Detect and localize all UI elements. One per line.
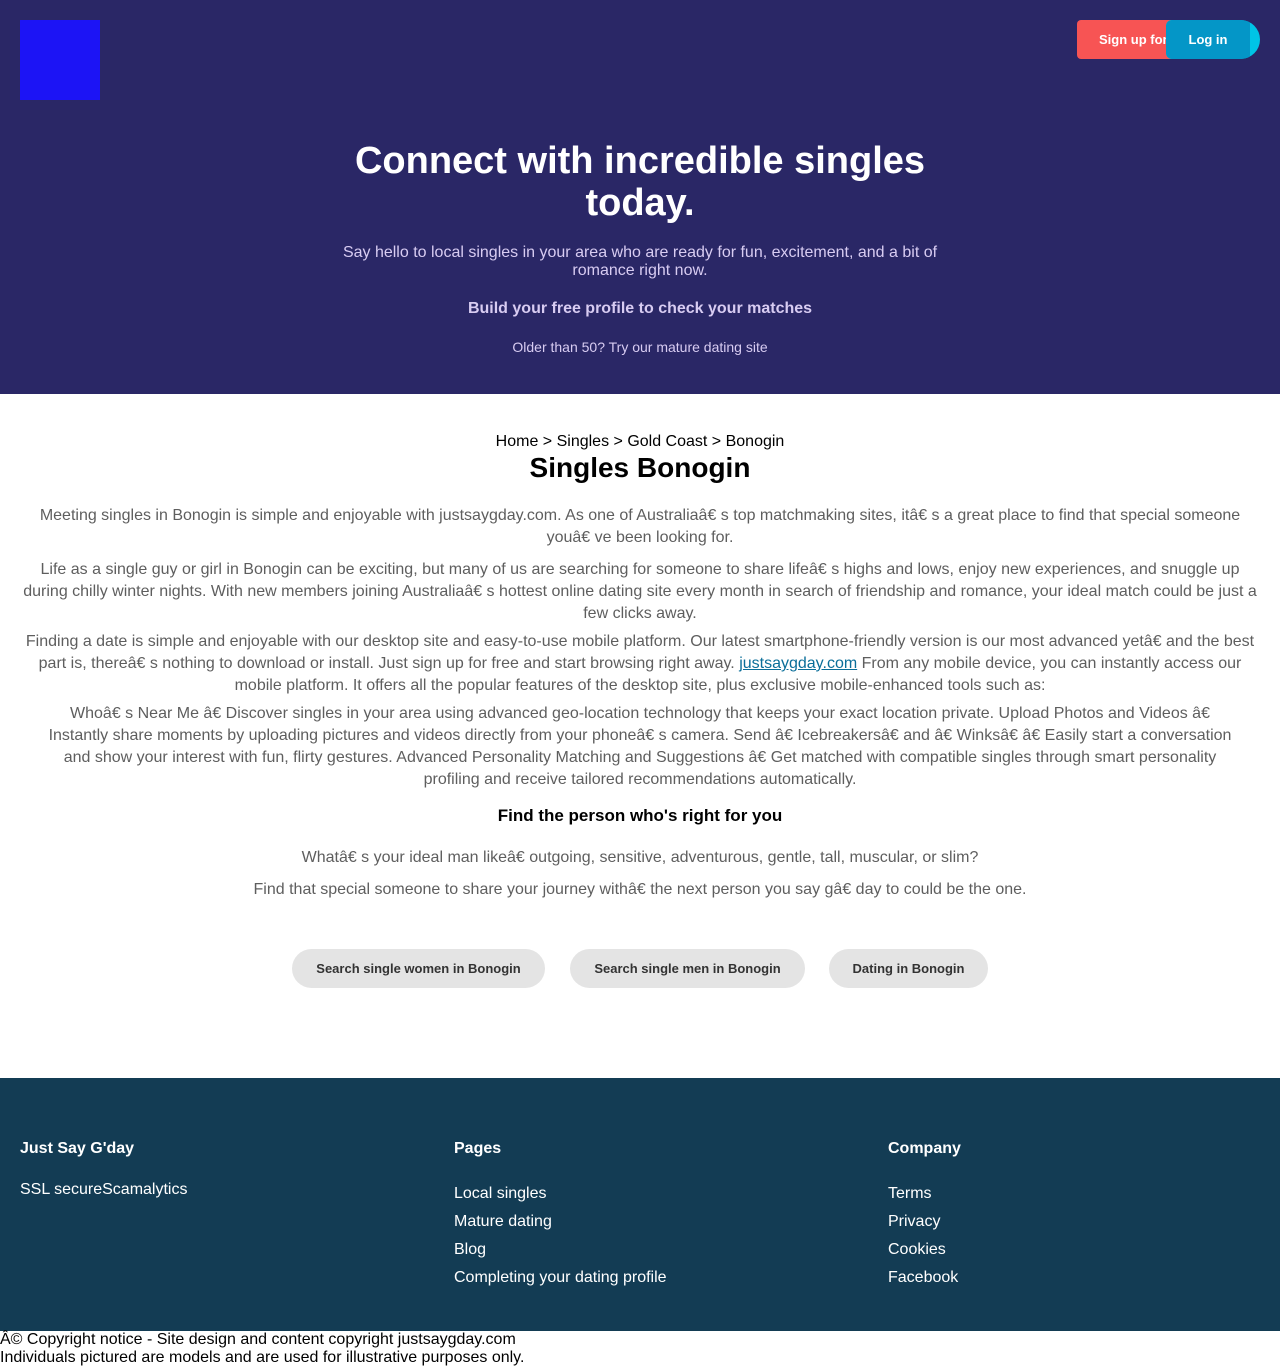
footer-link-privacy[interactable]: Privacy (888, 1208, 961, 1236)
footer-company-column: Company Terms Privacy Cookies Facebook (888, 1140, 961, 1292)
login-button-label[interactable]: Log in (1166, 20, 1250, 59)
footer-link-cookies[interactable]: Cookies (888, 1236, 961, 1264)
site-link[interactable]: justsaygday.com (739, 655, 857, 672)
login-button[interactable]: Log in (1166, 20, 1260, 59)
footer-brand-title: Just Say G'day (20, 1140, 135, 1157)
find-heading: Find the person who's right for you (497, 806, 783, 825)
footer-link-completing-profile[interactable]: Completing your dating profile (454, 1264, 667, 1292)
breadcrumb-singles[interactable]: Singles (557, 433, 609, 450)
models-disclaimer: Individuals pictured are models and are … (0, 1349, 525, 1366)
footer: Just Say G'day SSL secureScamalytics Pag… (0, 1078, 1280, 1331)
breadcrumb-region[interactable]: Gold Coast (627, 433, 707, 450)
breadcrumb-separator: > (609, 433, 628, 450)
hero-subtitle: Say hello to local singles in your area … (342, 244, 938, 279)
features-paragraph: Whoâ€ s Near Me â€ Discover singles in y… (48, 705, 1232, 788)
breadcrumb-current: Bonogin (725, 433, 785, 450)
copyright-notice: Â© Copyright notice - Site design and co… (0, 1331, 1280, 1367)
footer-link-local-singles[interactable]: Local singles (454, 1180, 667, 1208)
intro-paragraph: Meeting singles in Bonogin is simple and… (39, 507, 1241, 546)
search-women-button[interactable]: Search single women in Bonogin (292, 949, 545, 988)
security-badges[interactable]: SSL secureScamalytics (20, 1180, 187, 1200)
hero-title: Connect with incredible singles today. (354, 140, 926, 224)
footer-link-mature-dating[interactable]: Mature dating (454, 1208, 667, 1236)
site-logo[interactable] (20, 20, 100, 100)
breadcrumb-home[interactable]: Home (496, 433, 539, 450)
footer-pages-column: Pages Local singles Mature dating Blog C… (454, 1140, 667, 1292)
life-paragraph: Life as a single guy or girl in Bonogin … (23, 561, 1257, 622)
ideal-man-paragraph: Whatâ€ s your ideal man likeâ€ outgoing,… (301, 849, 979, 866)
footer-brand-column: Just Say G'day SSL secureScamalytics (20, 1140, 187, 1200)
footer-link-blog[interactable]: Blog (454, 1236, 667, 1264)
footer-company-title: Company (888, 1140, 961, 1157)
page-title: Singles Bonogin (529, 452, 751, 483)
hero-section: Sign up for free Log in Connect with inc… (0, 0, 1280, 394)
footer-link-terms[interactable]: Terms (888, 1180, 961, 1208)
mature-dating-link[interactable]: Older than 50? Try our mature dating sit… (340, 339, 940, 355)
search-men-button[interactable]: Search single men in Bonogin (570, 949, 805, 988)
breadcrumb: Home > Singles > Gold Coast > Bonogin (0, 433, 1280, 451)
footer-link-facebook[interactable]: Facebook (888, 1264, 961, 1292)
dating-in-button[interactable]: Dating in Bonogin (829, 949, 988, 988)
journey-paragraph: Find that special someone to share your … (253, 881, 1027, 898)
breadcrumb-separator: > (538, 433, 557, 450)
footer-pages-title: Pages (454, 1140, 502, 1157)
mobile-paragraph: Finding a date is simple and enjoyable w… (18, 631, 1262, 697)
hero-cta[interactable]: Build your free profile to check your ma… (340, 300, 940, 318)
breadcrumb-separator: > (707, 433, 726, 450)
copyright-line: Â© Copyright notice - Site design and co… (0, 1331, 516, 1348)
